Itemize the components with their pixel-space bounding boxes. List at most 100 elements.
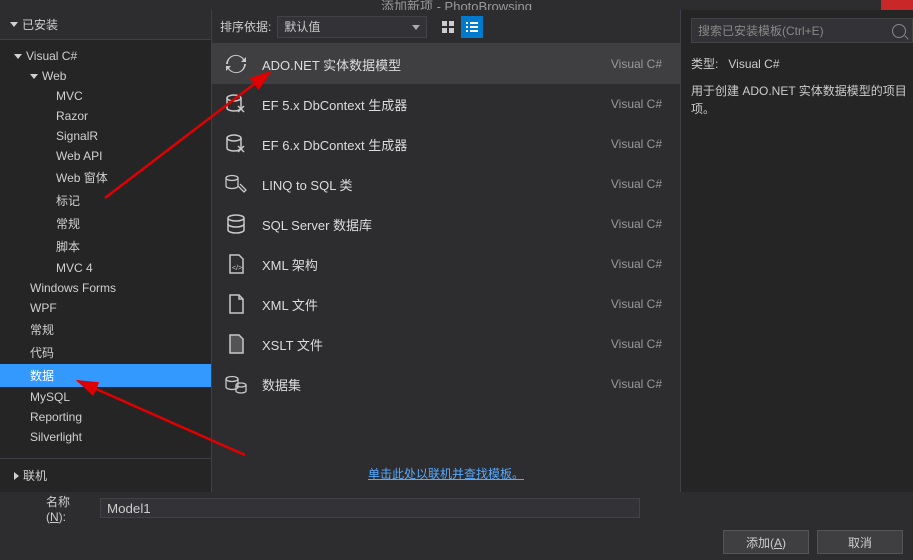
template-row[interactable]: </> XML 架构 Visual C# [212, 244, 680, 284]
list-view-button[interactable] [461, 16, 483, 38]
installed-header[interactable]: 已安装 [0, 10, 211, 40]
search-input[interactable]: 搜索已安装模板(Ctrl+E) [691, 18, 913, 43]
tree-item-signalr[interactable]: SignalR [0, 126, 211, 146]
tree-item-label: Razor [56, 109, 88, 123]
tree-item-wpf[interactable]: WPF [0, 298, 211, 318]
tree-item-silverlight[interactable]: Silverlight [0, 427, 211, 447]
tree-item-label: 标记 [56, 192, 80, 209]
type-label: 类型: [691, 57, 718, 71]
tree-item-label: MySQL [30, 390, 70, 404]
template-list: ADO.NET 实体数据模型Visual C#EF 5.x DbContext … [212, 44, 680, 455]
close-button[interactable] [881, 0, 913, 10]
template-lang: Visual C# [611, 177, 668, 191]
tree-item-web-窗体[interactable]: Web 窗体 [0, 166, 211, 189]
sort-combo[interactable]: 默认值 [277, 16, 427, 38]
tree-item-label: Reporting [30, 410, 82, 424]
template-name: XML 架构 [262, 255, 597, 274]
tree-item-web-api[interactable]: Web API [0, 146, 211, 166]
template-row[interactable]: EF 6.x DbContext 生成器 Visual C# [212, 124, 680, 164]
tree-item-label: Web 窗体 [56, 169, 108, 186]
template-row[interactable]: XSLT 文件 Visual C# [212, 324, 680, 364]
tree-item-标记[interactable]: 标记 [0, 189, 211, 212]
grid-view-button[interactable] [437, 16, 459, 38]
tree-item-数据[interactable]: 数据 [0, 364, 211, 387]
template-lang: Visual C# [611, 137, 668, 151]
left-panel: 已安装 Visual C# Web MVC Razor SignalR Web API We… [0, 10, 212, 492]
template-row[interactable]: 数据集Visual C# [212, 364, 680, 404]
tree-item-mvc[interactable]: MVC [0, 86, 211, 106]
chevron-down-icon [30, 74, 38, 79]
right-panel: 搜索已安装模板(Ctrl+E) 类型: Visual C# 用于创建 ADO.N… [681, 10, 913, 492]
template-row[interactable]: SQL Server 数据库Visual C# [212, 204, 680, 244]
name-row: 名称(N): [0, 492, 913, 524]
tree-item-label: MVC [56, 89, 83, 103]
template-name: XSLT 文件 [262, 335, 597, 354]
tree-item-label: Silverlight [30, 430, 82, 444]
tree-item-label: Web [42, 69, 66, 83]
dataset-icon [224, 372, 248, 396]
tree-item-visual-c#[interactable]: Visual C# [0, 46, 211, 66]
button-row: 添加(A) 取消 [0, 524, 913, 560]
template-row[interactable]: ADO.NET 实体数据模型Visual C# [212, 44, 680, 84]
toolbar: 排序依据: 默认值 [212, 10, 680, 44]
tree-item-label: 常规 [30, 321, 54, 338]
tree-item-label: Visual C# [26, 49, 77, 63]
tree-item-mvc-4[interactable]: MVC 4 [0, 258, 211, 278]
window-title: 添加新项 - PhotoBrowsing [381, 0, 532, 10]
name-input[interactable] [100, 498, 640, 518]
tree-item-label: MVC 4 [56, 261, 93, 275]
tree-item-razor[interactable]: Razor [0, 106, 211, 126]
refresh-arrows-icon [224, 52, 248, 76]
tree-item-label: 代码 [30, 344, 54, 361]
template-name: XML 文件 [262, 295, 597, 314]
tree-item-windows-forms[interactable]: Windows Forms [0, 278, 211, 298]
cancel-button[interactable]: 取消 [817, 530, 903, 554]
template-lang: Visual C# [611, 57, 668, 71]
tree-item-脚本[interactable]: 脚本 [0, 235, 211, 258]
template-lang: Visual C# [611, 97, 668, 111]
template-name: LINQ to SQL 类 [262, 175, 597, 194]
sort-label: 排序依据: [220, 18, 271, 35]
tree-item-常规[interactable]: 常规 [0, 318, 211, 341]
tree-item-label: 常规 [56, 215, 80, 232]
type-value: Visual C# [728, 57, 779, 71]
db-icon [224, 212, 248, 236]
installed-label: 已安装 [22, 16, 58, 33]
template-lang: Visual C# [611, 377, 668, 391]
template-name: EF 6.x DbContext 生成器 [262, 135, 597, 154]
online-section[interactable]: 联机 [0, 458, 211, 492]
tree-item-常规[interactable]: 常规 [0, 212, 211, 235]
template-description: 用于创建 ADO.NET 实体数据模型的项目项。 [691, 82, 913, 118]
tree-item-代码[interactable]: 代码 [0, 341, 211, 364]
svg-text:</>: </> [232, 265, 242, 272]
db-gen-icon [224, 92, 248, 116]
template-lang: Visual C# [611, 257, 668, 271]
add-button[interactable]: 添加(A) [723, 530, 809, 554]
chevron-right-icon [14, 472, 19, 480]
template-row[interactable]: LINQ to SQL 类 Visual C# [212, 164, 680, 204]
template-row[interactable]: EF 5.x DbContext 生成器 Visual C# [212, 84, 680, 124]
template-row[interactable]: XML 文件 Visual C# [212, 284, 680, 324]
search-icon [892, 24, 906, 38]
search-placeholder: 搜索已安装模板(Ctrl+E) [698, 22, 824, 39]
titlebar: 添加新项 - PhotoBrowsing [0, 0, 913, 10]
tree-item-label: SignalR [56, 129, 98, 143]
template-lang: Visual C# [611, 337, 668, 351]
doc-sm-icon: </> [224, 252, 248, 276]
type-row: 类型: Visual C# [691, 55, 913, 72]
tree-item-label: Windows Forms [30, 281, 116, 295]
tree-item-web[interactable]: Web [0, 66, 211, 86]
template-lang: Visual C# [611, 217, 668, 231]
sort-value: 默认值 [284, 18, 320, 35]
doc-icon [224, 292, 248, 316]
chevron-down-icon [10, 22, 18, 27]
db-gen-icon [224, 132, 248, 156]
tree-item-mysql[interactable]: MySQL [0, 387, 211, 407]
template-name: EF 5.x DbContext 生成器 [262, 95, 597, 114]
template-lang: Visual C# [611, 297, 668, 311]
doc-dk-icon [224, 332, 248, 356]
linq-icon [224, 172, 248, 196]
tree-item-reporting[interactable]: Reporting [0, 407, 211, 427]
online-templates-link[interactable]: 单击此处以联机并查找模板。 [368, 467, 524, 481]
chevron-down-icon [14, 54, 22, 59]
